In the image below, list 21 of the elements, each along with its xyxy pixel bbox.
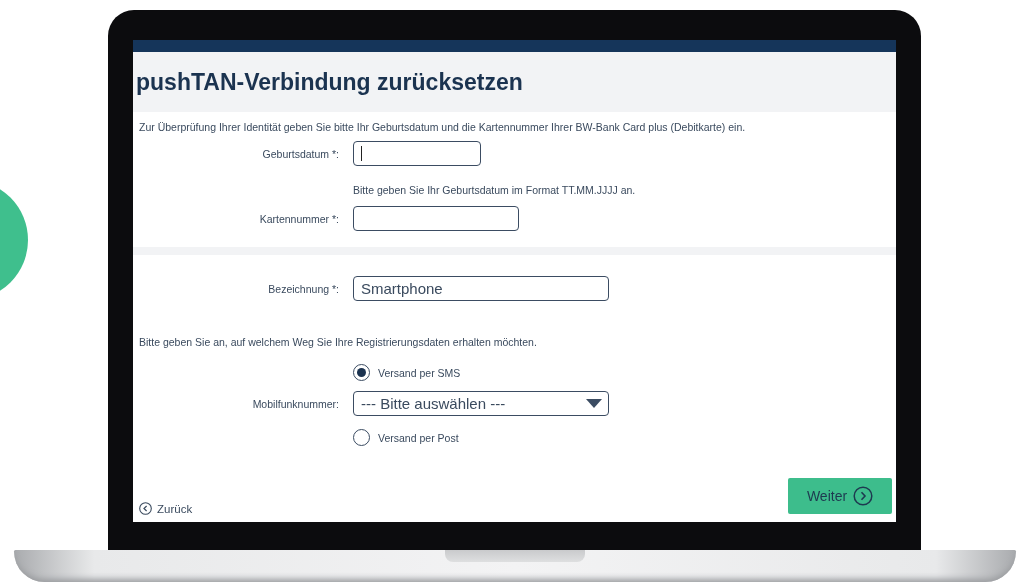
option-label: Versand per Post: [378, 431, 459, 444]
intro-text: Zur Überprüfung Ihrer Identität geben Sie bitte Ihr Geburtsdatum und die Kartennummer Ihrer BW-Bank Card plus (Debitkarte) ein.: [139, 121, 747, 133]
field-label: Geburtsdatum *:: [261, 147, 339, 160]
field-label: Mobilfunknummer:: [251, 397, 339, 410]
chevron-right-icon: [853, 486, 874, 506]
input-field[interactable]: [353, 206, 519, 231]
field-label: Bezeichnung *:: [267, 282, 339, 295]
chevron-left-icon: [139, 502, 152, 515]
option-label: Versand per SMS: [378, 366, 461, 379]
input-field[interactable]: [353, 141, 481, 166]
hint-text: Bitte geben Sie Ihr Geburtsdatum im Format TT.MM.JJJJ an.: [353, 184, 637, 196]
prompt-text: Bitte geben Sie an, auf welchem Weg Sie Ihre Registrierungsdaten erhalten möchten.: [139, 336, 538, 348]
input-field[interactable]: Smartphone: [353, 276, 609, 301]
field-label: Kartennummer *:: [258, 212, 339, 225]
page-title: pushTAN-Verbindung zurücksetzen: [136, 68, 523, 96]
radio-button[interactable]: [353, 364, 370, 381]
caret-icon: [586, 399, 602, 408]
back-link[interactable]: Zurück: [139, 502, 193, 515]
dropdown[interactable]: --- Bitte auswählen ---: [353, 391, 609, 416]
radio-button[interactable]: [353, 429, 370, 446]
next-button[interactable]: Weiter: [788, 478, 892, 514]
